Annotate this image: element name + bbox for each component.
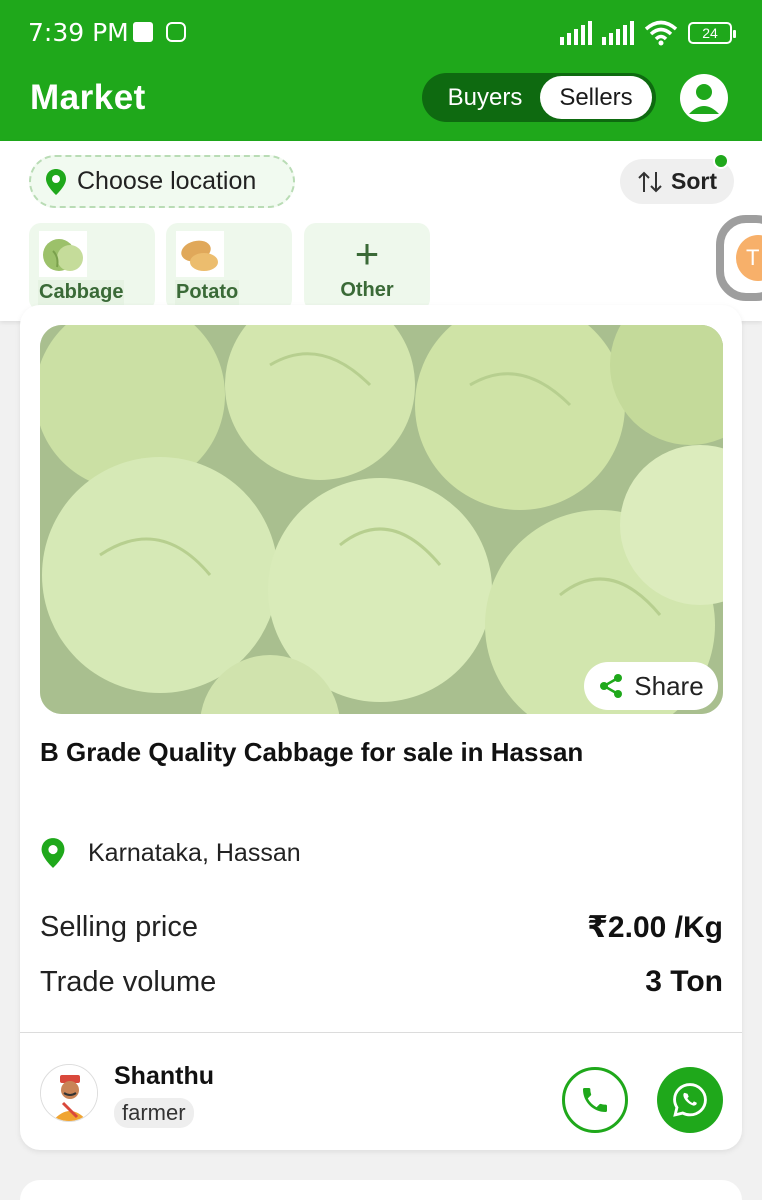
location-label: Choose location [77, 167, 257, 195]
app-header: 7:39 PM 24 Market Buyers Sellers [0, 0, 762, 141]
call-button[interactable] [562, 1067, 628, 1133]
status-bar: 7:39 PM 24 [0, 0, 762, 64]
listing-title: B Grade Quality Cabbage for sale in Hass… [40, 737, 584, 767]
category-label: Other [340, 279, 394, 301]
listing-location: Karnataka, Hassan [40, 837, 301, 869]
seller-avatar[interactable] [40, 1064, 98, 1122]
seller-name: Shanthu [114, 1062, 214, 1090]
share-button[interactable]: Share [584, 662, 718, 710]
phone-icon [583, 1088, 607, 1112]
location-pin-icon [41, 838, 65, 868]
signal-icon-2 [602, 21, 634, 45]
share-icon [600, 674, 623, 698]
whatsapp-icon [673, 1083, 707, 1117]
status-time: 7:39 PM [28, 18, 129, 47]
seller-role-badge: farmer [114, 1098, 194, 1128]
plus-icon: + [354, 230, 380, 277]
category-other[interactable]: + Other [304, 223, 430, 311]
filter-bar: Choose location Sort Cabbage Potato + Ot… [0, 141, 762, 321]
sort-arrows-icon [638, 171, 662, 192]
signal-icon [560, 21, 592, 45]
divider [20, 1032, 742, 1033]
trade-volume-row: Trade volume 3 Ton [40, 965, 723, 999]
battery-icon: 24 [688, 22, 736, 44]
location-pin-icon [46, 168, 66, 195]
user-icon [689, 84, 719, 114]
choose-location-button[interactable]: Choose location [29, 155, 295, 208]
sellers-tab[interactable]: Sellers [540, 76, 652, 119]
sort-label: Sort [671, 168, 717, 194]
category-potato[interactable]: Potato [166, 223, 292, 311]
listing-card-next[interactable] [20, 1180, 742, 1200]
cabbage-icon [39, 231, 87, 277]
listing-image[interactable] [40, 325, 723, 714]
buyers-tab[interactable]: Buyers [430, 76, 540, 119]
trade-volume-label: Trade volume [40, 965, 217, 998]
floating-assistant-button[interactable]: T [716, 215, 762, 301]
category-label: Potato [175, 280, 240, 305]
category-cabbage[interactable]: Cabbage [29, 223, 155, 311]
assistant-icon: T [736, 235, 762, 281]
whatsapp-button[interactable] [657, 1067, 723, 1133]
potato-icon [176, 231, 224, 277]
selling-price-row: Selling price ₹2.00 /Kg [40, 910, 723, 945]
selling-price-value: ₹2.00 /Kg [587, 911, 723, 944]
wifi-icon [644, 20, 678, 46]
trade-volume-value: 3 Ton [645, 965, 723, 998]
listing-card[interactable]: Share B Grade Quality Cabbage for sale i… [20, 305, 742, 1150]
share-label: Share [634, 670, 704, 701]
upload-notification-icon [133, 22, 153, 42]
profile-button[interactable] [680, 74, 728, 122]
category-label: Cabbage [38, 280, 125, 305]
location-text: Karnataka, Hassan [88, 838, 301, 867]
mi-notification-icon [166, 22, 186, 42]
buyers-sellers-toggle[interactable]: Buyers Sellers [422, 73, 656, 122]
status-indicators: 24 [560, 20, 736, 46]
sort-active-indicator [713, 153, 729, 169]
selling-price-label: Selling price [40, 911, 198, 943]
page-title: Market [30, 78, 146, 117]
